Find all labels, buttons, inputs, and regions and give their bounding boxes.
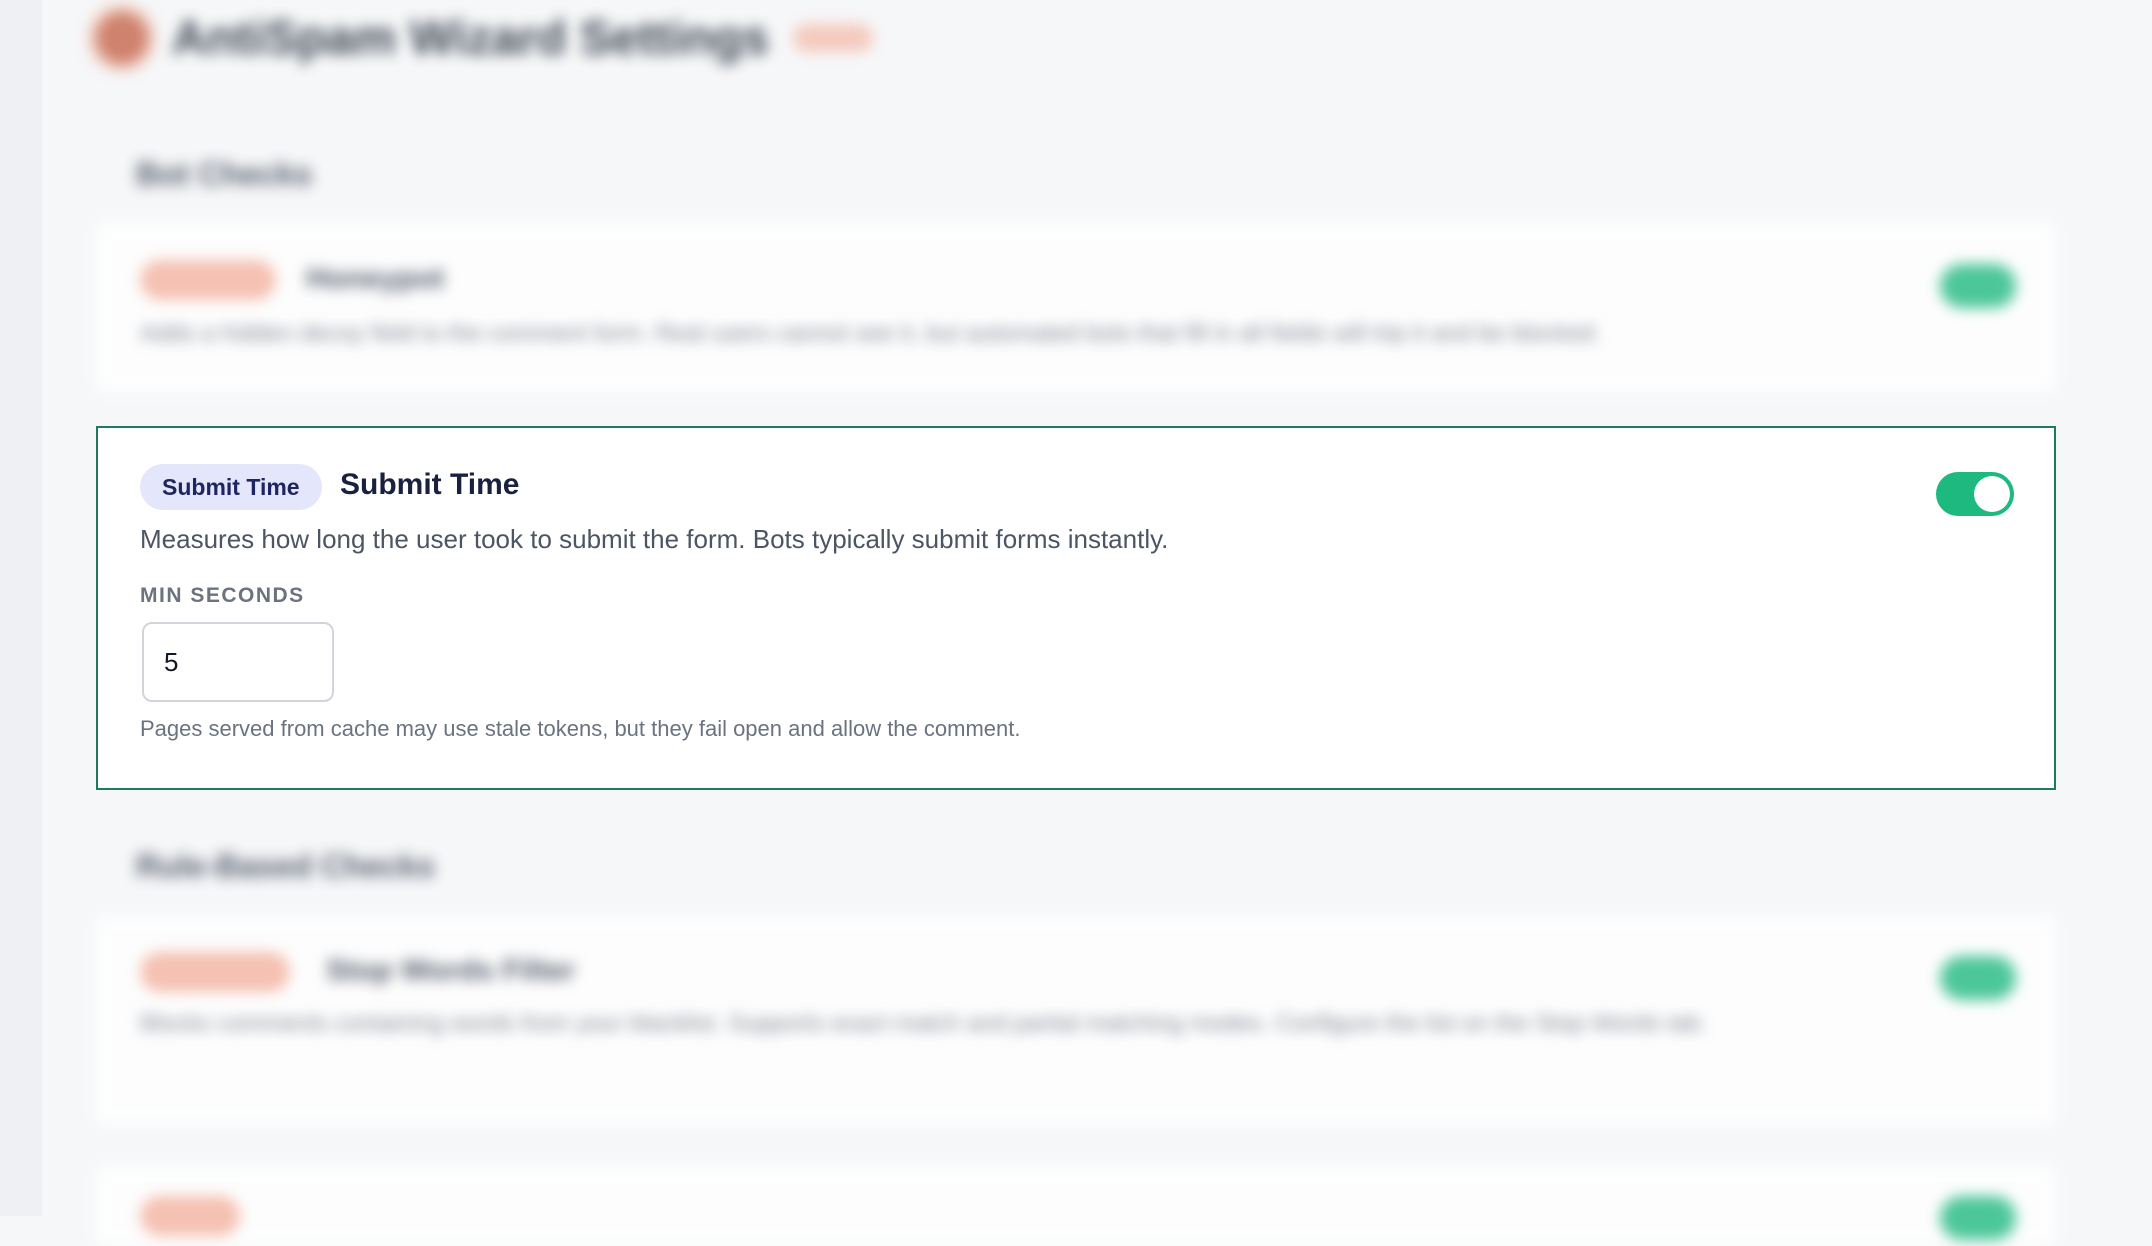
submit-time-badge: Submit Time xyxy=(140,464,322,510)
section-heading-bot-checks: Bot Checks xyxy=(136,156,313,192)
submit-time-card: Submit Time Submit Time Measures how lon… xyxy=(96,426,2056,790)
honeypot-toggle[interactable] xyxy=(1940,264,2016,308)
honeypot-title: Honeypot xyxy=(306,262,445,295)
page-header: AntiSpam Wizard Settings xyxy=(96,8,873,68)
submit-time-toggle[interactable] xyxy=(1936,472,2014,516)
stop-words-card: Stop Words Filter Blocks comments contai… xyxy=(96,916,2056,1126)
next-check-toggle[interactable] xyxy=(1940,1196,2016,1240)
stop-words-badge xyxy=(140,952,290,992)
section-heading-rule-based-checks: Rule-Based Checks xyxy=(136,848,435,884)
plugin-logo-icon xyxy=(96,12,148,64)
next-check-card xyxy=(96,1166,2056,1246)
honeypot-badge xyxy=(140,260,276,300)
next-check-badge xyxy=(140,1196,240,1236)
submit-time-title: Submit Time xyxy=(340,468,520,501)
toggle-knob xyxy=(1974,476,2010,512)
honeypot-card: Honeypot Adds a hidden decoy field to th… xyxy=(96,222,2056,392)
submit-time-description: Measures how long the user took to submi… xyxy=(140,524,1169,554)
honeypot-description: Adds a hidden decoy field to the comment… xyxy=(140,320,1601,347)
stop-words-title: Stop Words Filter xyxy=(326,954,576,987)
min-seconds-input[interactable] xyxy=(142,622,334,702)
left-sidebar-strip xyxy=(0,0,42,1216)
stop-words-description: Blocks comments containing words from yo… xyxy=(140,1010,1707,1037)
stop-words-toggle[interactable] xyxy=(1940,956,2016,1000)
cache-help-text: Pages served from cache may use stale to… xyxy=(140,716,1021,741)
version-badge xyxy=(792,24,873,52)
min-seconds-label: MIN SECONDS xyxy=(140,584,305,607)
page-title: AntiSpam Wizard Settings xyxy=(172,11,769,65)
